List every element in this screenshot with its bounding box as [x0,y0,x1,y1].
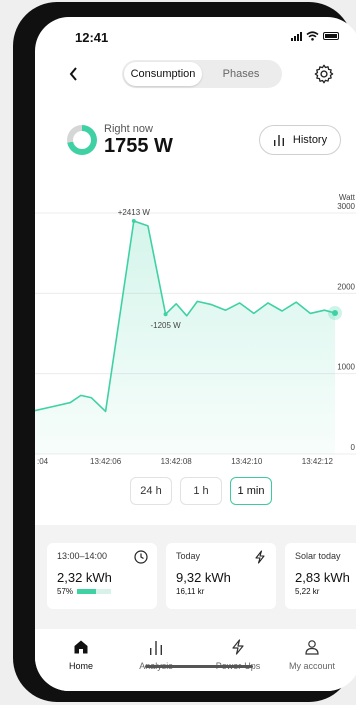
history-label: History [292,134,328,146]
chart-x-tick-label: 13:42:06 [90,457,122,466]
tab-phases[interactable]: Phases [202,62,280,86]
tab-consumption[interactable]: Consumption [124,62,202,86]
chart-y-tick-label: 1000 [337,363,355,372]
chart-x-tick-label: 13:42:08 [161,457,193,466]
wifi-icon [306,31,319,41]
chart-annotation-label: -1205 W [150,321,181,330]
history-button[interactable]: History [259,125,341,155]
chart-annotation-point [131,219,136,224]
chart-current-marker [332,310,338,317]
view-segmented-control: Consumption Phases [122,60,282,88]
chevron-left-icon [69,67,77,81]
signal-icon [291,31,302,41]
home-icon [74,640,88,654]
bottom-nav: Home Analysis Power-Ups [35,629,356,691]
nav-label: My account [288,661,336,671]
chart-x-tick-label: 13:42:12 [302,457,334,466]
bar-chart-icon [273,135,284,146]
right-now-value: 1755 W [104,135,173,157]
bolt-icon [232,639,244,655]
card-cost: 5,22 kr [295,587,320,596]
today-card[interactable]: Today 9,32 kWh 16,11 kr [166,543,276,609]
range-24h-button[interactable]: 24 h [130,477,172,505]
status-icons [291,31,339,41]
chart-y-tick-label: 0 [351,443,356,452]
bar-chart-icon [150,641,162,655]
clock-icon [134,550,148,564]
card-value: 2,32 kWh [57,570,112,585]
power-chart[interactable]: Watt3000 2000 1000 0 +2413 W -1205 W :04 13:42:… [35,167,356,467]
chart-annotation-label: +2413 W [118,208,151,217]
status-bar: 12:41 [35,17,356,57]
chart-x-tick-label: 13:42:10 [231,457,263,466]
right-now-label: Right now [104,123,153,135]
app-screen: 12:41 Consumption Phases Right now 1755 … [35,17,356,691]
status-time: 12:41 [75,30,109,45]
card-value: 2,83 kWh [295,570,350,585]
range-1min-button[interactable]: 1 min [230,477,272,505]
current-power: Right now 1755 W [67,123,173,157]
chart-y-tick-label: 3000 [337,202,355,211]
solar-card[interactable]: Solar today 2,83 kWh 5,22 kr [285,543,356,609]
card-title: Solar today [295,551,341,561]
chart-y-tick-label: 2000 [337,282,355,291]
gear-icon[interactable] [313,63,335,85]
battery-icon [323,32,339,40]
range-1h-button[interactable]: 1 h [180,477,222,505]
phone-frame: 12:41 Consumption Phases Right now 1755 … [13,2,356,702]
card-cost: 16,11 kr [176,587,205,596]
home-indicator [145,665,253,668]
chart-unit-label: Watt [339,193,356,202]
back-button[interactable] [69,59,89,89]
chart-annotation-point [163,312,168,317]
hour-card[interactable]: 13:00–14:00 2,32 kWh 57% [47,543,157,609]
person-icon [305,640,319,655]
nav-home[interactable]: Home [46,639,116,671]
top-bar: Consumption Phases [35,59,356,89]
card-value: 9,32 kWh [176,570,231,585]
bolt-icon [255,550,265,564]
chart-area-fill [35,221,335,454]
range-selector: 24 h 1 h 1 min [130,477,272,505]
card-percent: 57% [57,587,74,596]
power-donut [67,125,97,155]
hour-progress-bar [77,589,112,594]
summary-cards: 13:00–14:00 2,32 kWh 57% Today 9,32 kWh … [35,525,356,629]
chart-x-tick-label: :04 [37,457,49,466]
nav-label: Home [68,661,93,671]
nav-my-account[interactable]: My account [277,639,347,671]
